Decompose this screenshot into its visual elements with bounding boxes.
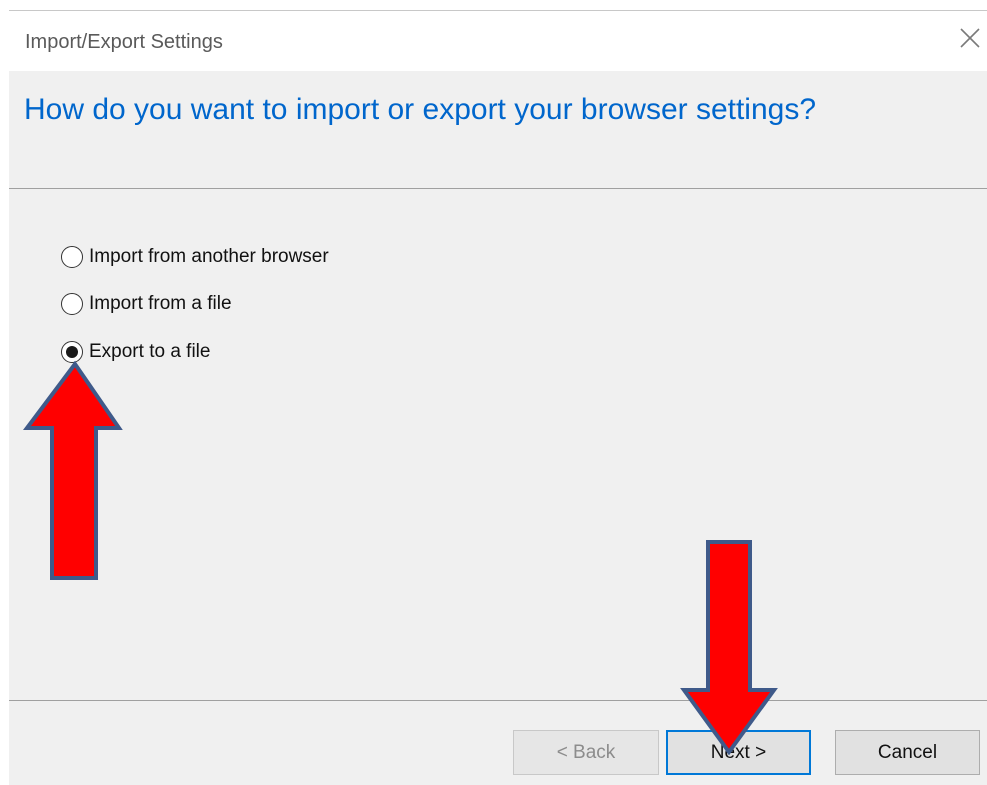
radio-selected-dot — [66, 346, 78, 358]
radio-button[interactable] — [61, 293, 83, 315]
option-label: Import from a file — [89, 293, 232, 314]
window-title: Import/Export Settings — [25, 31, 223, 53]
footer-divider — [9, 700, 987, 701]
title-bar: Import/Export Settings — [9, 11, 987, 71]
option-export-to-file[interactable]: Export to a file — [61, 339, 210, 365]
option-label: Import from another browser — [89, 246, 329, 267]
radio-button-selected[interactable] — [61, 341, 83, 363]
radio-button[interactable] — [61, 246, 83, 268]
option-label: Export to a file — [89, 341, 211, 362]
page-heading: How do you want to import or export your… — [24, 93, 817, 126]
header-band: How do you want to import or export your… — [9, 71, 987, 189]
option-import-from-file[interactable]: Import from a file — [61, 291, 232, 317]
back-button[interactable]: < Back — [513, 730, 659, 775]
import-export-dialog: Import/Export Settings How do you want t… — [9, 10, 987, 785]
option-import-from-browser[interactable]: Import from another browser — [61, 244, 329, 270]
next-button[interactable]: Next > — [666, 730, 811, 775]
close-button[interactable] — [953, 21, 987, 55]
cancel-button[interactable]: Cancel — [835, 730, 980, 775]
close-icon — [960, 28, 980, 48]
